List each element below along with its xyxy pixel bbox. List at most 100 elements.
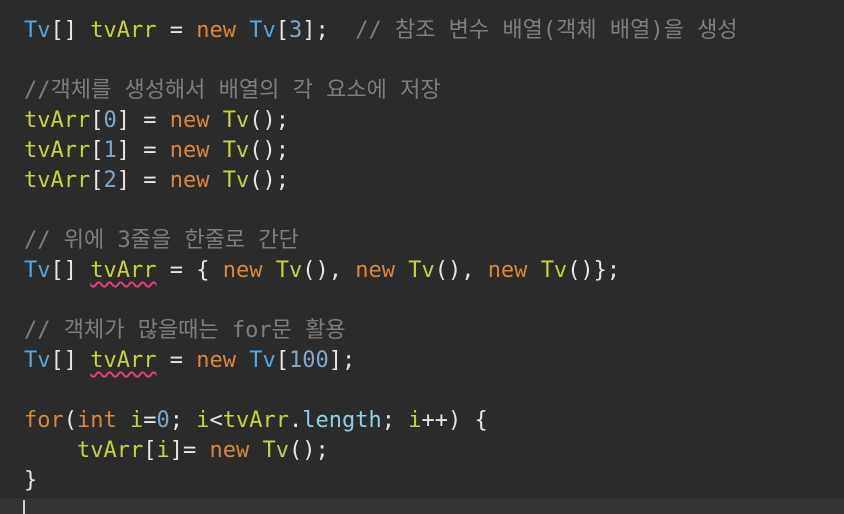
code-token: [	[90, 138, 104, 163]
code-line[interactable]: tvArr[0] = new Tv();	[24, 106, 844, 136]
code-line[interactable]	[24, 376, 844, 406]
code-token: (),	[302, 258, 356, 283]
code-token: new	[169, 138, 210, 163]
code-token: Tv	[24, 18, 51, 43]
code-token: new	[209, 438, 250, 463]
code-token: ();	[249, 108, 289, 133]
code-token: [	[275, 18, 289, 43]
code-token: =	[156, 348, 197, 373]
code-line[interactable]: Tv[] tvArr = { new Tv(), new Tv(), new T…	[24, 256, 844, 286]
code-token: new	[196, 348, 236, 373]
code-token: new	[169, 168, 210, 193]
code-token: Tv	[222, 138, 250, 163]
code-token: ];	[328, 348, 356, 373]
code-comment: // 객체가 많을때는 for문 활용	[24, 318, 346, 343]
code-line[interactable]	[24, 286, 844, 316]
code-line[interactable]	[24, 46, 844, 76]
code-comment: // 참조 변수 배열(객체 배열)을 생성	[355, 18, 738, 43]
code-token: new	[355, 258, 395, 283]
code-token: tvArr	[24, 168, 91, 193]
code-token: (),	[434, 258, 488, 283]
code-token: ] =	[116, 168, 170, 193]
code-token: Tv	[275, 258, 303, 283]
code-token: new	[169, 108, 210, 133]
code-token: new	[222, 258, 263, 283]
code-token: Tv	[262, 438, 289, 463]
code-token: 3	[288, 18, 303, 43]
code-token: i	[408, 408, 422, 433]
code-token: tvArr	[90, 348, 157, 373]
code-token: [	[90, 168, 104, 193]
code-token: 1	[103, 138, 117, 163]
code-token: ++) {	[421, 408, 488, 433]
code-comment: // 위에 3줄을 한줄로 간단	[24, 228, 299, 253]
code-token: =	[143, 408, 157, 433]
code-token: ();	[249, 168, 289, 193]
code-token: Tv	[540, 258, 568, 283]
code-token: <	[209, 408, 223, 433]
code-editor[interactable]: Tv[] tvArr = new Tv[3]; // 참조 변수 배열(객체 배…	[0, 0, 844, 514]
text-cursor	[23, 500, 25, 514]
code-line[interactable]: tvArr[1] = new Tv();	[24, 136, 844, 166]
code-token: tvArr	[222, 408, 289, 433]
code-token: new	[196, 18, 236, 43]
code-token: for	[24, 408, 64, 433]
code-line[interactable]: for(int i=0; i<tvArr.length; i++) {	[24, 406, 844, 436]
code-token: tvArr	[24, 108, 91, 133]
code-line[interactable]: // 위에 3줄을 한줄로 간단	[24, 226, 844, 256]
code-token: int	[77, 408, 117, 433]
code-line[interactable]: tvArr[2] = new Tv();	[24, 166, 844, 196]
code-token: []	[50, 18, 91, 43]
code-token: Tv	[24, 258, 51, 283]
code-token: ]=	[169, 438, 210, 463]
code-comment: //객체를 생성해서 배열의 각 요소에 저장	[24, 78, 441, 103]
code-token: ];	[302, 18, 356, 43]
code-token: tvArr	[90, 18, 157, 43]
code-token: ;	[169, 408, 197, 433]
code-line[interactable]: Tv[] tvArr = new Tv[3]; // 참조 변수 배열(객체 배…	[24, 16, 844, 46]
code-area[interactable]: Tv[] tvArr = new Tv[3]; // 참조 변수 배열(객체 배…	[24, 16, 844, 496]
code-token: Tv	[222, 108, 250, 133]
code-token: i	[156, 438, 170, 463]
code-token: [	[143, 438, 157, 463]
code-token: (	[63, 408, 77, 433]
code-token: []	[50, 348, 91, 373]
code-token: ()};	[567, 258, 621, 283]
code-line[interactable]: tvArr[i]= new Tv();	[24, 436, 844, 466]
code-token: i	[130, 408, 144, 433]
code-token: ;	[381, 408, 409, 433]
code-token: [	[90, 108, 104, 133]
bottom-strip	[0, 498, 844, 514]
code-token: 0	[156, 408, 170, 433]
code-token: 0	[103, 108, 117, 133]
code-line[interactable]: }	[24, 466, 844, 496]
code-token: length	[302, 408, 382, 433]
code-line[interactable]: //객체를 생성해서 배열의 각 요소에 저장	[24, 76, 844, 106]
code-token: }	[24, 468, 38, 493]
code-token: .	[288, 408, 303, 433]
code-token: Tv	[222, 168, 250, 193]
code-token: tvArr	[76, 438, 144, 463]
code-token: ] =	[116, 108, 170, 133]
code-token: Tv	[24, 348, 51, 373]
code-token: =	[156, 18, 197, 43]
code-token: tvArr	[90, 258, 157, 283]
code-token: []	[50, 258, 91, 283]
code-line[interactable]: Tv[] tvArr = new Tv[100];	[24, 346, 844, 376]
code-line[interactable]	[24, 196, 844, 226]
code-token: i	[196, 408, 210, 433]
code-token: tvArr	[24, 138, 91, 163]
code-token: = {	[156, 258, 223, 283]
code-line[interactable]: // 객체가 많을때는 for문 활용	[24, 316, 844, 346]
code-token: [	[275, 348, 289, 373]
